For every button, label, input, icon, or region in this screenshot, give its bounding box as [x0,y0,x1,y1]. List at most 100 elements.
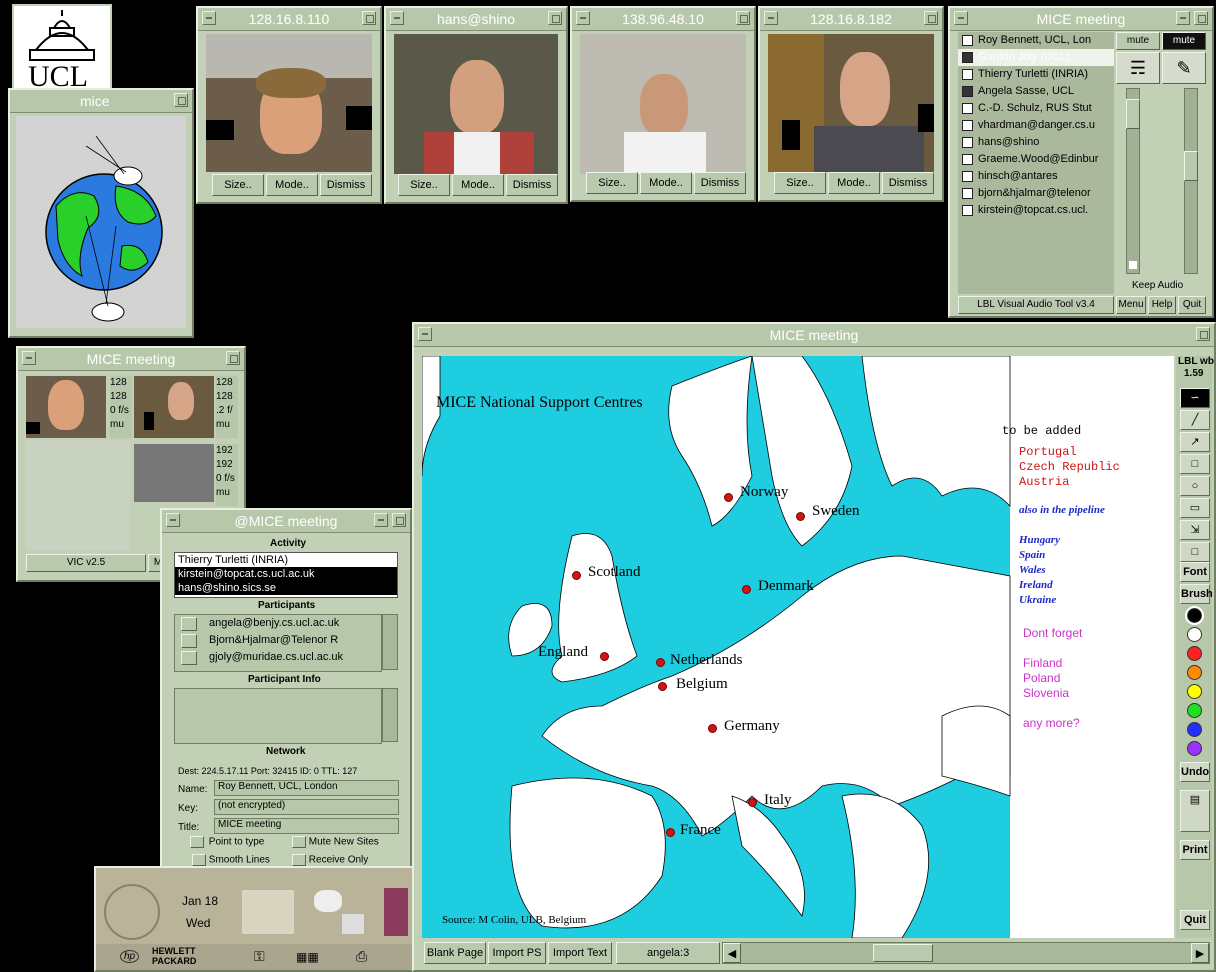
window-menu-icon[interactable] [22,351,36,365]
palette-icon[interactable] [314,890,342,912]
size-button[interactable]: Size.. [398,174,450,196]
participant-checkbox[interactable] [962,187,973,199]
window-menu-icon[interactable] [166,513,180,527]
vat-quit-button[interactable]: Quit [1178,296,1206,314]
vat-participant-row[interactable]: vhardman@danger.cs.u [958,117,1114,134]
mode-button[interactable]: Mode.. [828,172,880,194]
date-label[interactable]: Jan 18 [182,894,218,908]
terminal-icon[interactable]: ▦▦ [296,950,319,964]
dismiss-button[interactable]: Dismiss [882,172,934,194]
video-window-3-titlebar[interactable]: 138.96.48.10 [572,8,754,31]
books-icon[interactable] [384,888,408,936]
color-swatch[interactable] [1187,665,1202,680]
load-graph[interactable] [242,890,294,934]
vat-titlebar[interactable]: MICE meeting [950,8,1212,31]
vat-participant-row[interactable]: Angela Sasse, UCL [958,83,1114,100]
color-swatch[interactable] [1187,684,1202,699]
vat-participant-row[interactable]: hans@shino [958,134,1114,151]
color-swatch[interactable] [1187,627,1202,642]
point-to-type-toggle[interactable]: Point to type [190,836,264,848]
freehand-tool-icon[interactable]: ∽ [1180,388,1210,408]
mic-volume-slider[interactable] [1184,88,1198,274]
color-swatch[interactable] [1185,606,1204,625]
video-window-1-titlebar[interactable]: 128.16.8.110 [198,8,380,31]
microphone-icon[interactable]: ✎ [1162,52,1206,84]
color-swatch[interactable] [1187,703,1202,718]
participant-row[interactable]: angela@benjy.cs.ucl.ac.uk [175,615,381,632]
maximize-icon[interactable] [548,11,562,25]
maximize-icon[interactable] [736,11,750,25]
title-field[interactable]: MICE meeting [214,818,399,834]
participant-checkbox[interactable] [962,34,973,46]
undo-button[interactable]: Undo [1180,762,1210,782]
participant-checkbox[interactable] [962,136,973,148]
participant-row[interactable]: gjoly@muridae.cs.ucl.ac.uk [175,649,381,666]
participant-checkbox[interactable] [962,68,973,80]
vic-thumbnail-3[interactable] [134,444,214,502]
smooth-lines-toggle[interactable]: Smooth Lines [192,854,270,866]
printer-icon[interactable]: ⎙ [356,948,367,965]
vic-thumbnail-2[interactable] [134,376,214,438]
window-menu-icon[interactable] [576,11,590,25]
mode-button[interactable]: Mode.. [452,174,504,196]
page-scrollbar[interactable]: ◀ ▶ [722,942,1210,964]
vat-participant-row[interactable]: Roy Bennett, UCL, Lon [958,32,1114,49]
scroll-thumb[interactable] [873,944,933,962]
fonts-icon[interactable] [342,914,364,934]
participant-checkbox[interactable] [962,204,973,216]
blank-page-button[interactable]: Blank Page [424,942,486,964]
line-tool-icon[interactable]: ╱ [1180,410,1210,430]
mode-button[interactable]: Mode.. [266,174,318,196]
mode-button[interactable]: Mode.. [640,172,692,194]
headphones-icon[interactable]: ☴ [1116,52,1160,84]
vat-participant-row[interactable]: hinsch@antares [958,168,1114,185]
wb-titlebar[interactable]: MICE meeting [414,324,1214,347]
window-menu-icon[interactable] [954,11,968,25]
import-ps-button[interactable]: Import PS [488,942,546,964]
day-label[interactable]: Wed [186,916,210,930]
color-swatch[interactable] [1187,722,1202,737]
participant-info-scrollbar[interactable] [382,688,398,742]
import-text-button[interactable]: Import Text [548,942,612,964]
dismiss-button[interactable]: Dismiss [320,174,372,196]
eraser-tool-icon[interactable]: ▭ [1180,498,1210,518]
minimize-icon[interactable] [1176,11,1190,25]
key-field[interactable]: (not encrypted) [214,799,399,815]
maximize-icon[interactable] [924,11,938,25]
maximize-icon[interactable] [174,93,188,107]
maximize-icon[interactable] [226,351,240,365]
participant-checkbox[interactable] [962,170,973,182]
name-field[interactable]: Roy Bennett, UCL, London [214,780,399,796]
vic-titlebar[interactable]: MICE meeting [18,348,244,371]
participant-row[interactable]: Bjorn&Hjalmar@Telenor R [175,632,381,649]
page-name-field[interactable]: angela:3 [616,942,720,964]
vat-participant-row[interactable]: Graeme.Wood@Edinbur [958,151,1114,168]
rectangle-tool-icon[interactable]: □ [1180,454,1210,474]
vat-participant-row[interactable]: kirstein@topcat.cs.ucl. [958,202,1114,219]
activity-item[interactable]: hans@shino.sics.se [175,581,397,595]
vat-participant-row[interactable]: bjorn&hjalmar@telenor [958,185,1114,202]
vat-help-button[interactable]: Help [1148,296,1176,314]
receive-only-toggle[interactable]: Receive Only [292,854,368,866]
vat-participant-row[interactable]: Thierry Turletti (INRIA) [958,66,1114,83]
minimize-icon[interactable] [374,513,388,527]
ellipse-tool-icon[interactable]: ○ [1180,476,1210,496]
size-button[interactable]: Size.. [212,174,264,196]
arrow-tool-icon[interactable]: ↗ [1180,432,1210,452]
vat-participant-row[interactable]: C.-D. Schulz, RUS Stut [958,100,1114,117]
brush-button[interactable]: Brush [1180,584,1213,604]
activity-item[interactable]: kirstein@topcat.cs.ucl.ac.uk [175,567,397,581]
activity-item[interactable]: Thierry Turletti (INRIA) [175,553,397,567]
vat-participant-row[interactable]: Gordon Joly (UCL) [958,49,1114,66]
mute-mic-button[interactable]: mute [1162,32,1206,50]
dismiss-button[interactable]: Dismiss [506,174,558,196]
maximize-icon[interactable] [1196,327,1210,341]
window-menu-icon[interactable] [202,11,216,25]
mute-speaker-button[interactable]: mute [1116,32,1160,50]
color-swatch[interactable] [1187,646,1202,661]
vic-thumbnail-1[interactable] [26,376,106,438]
dismiss-button[interactable]: Dismiss [694,172,746,194]
print-button[interactable]: Print [1180,840,1210,860]
maximize-icon[interactable] [362,11,376,25]
move-tool-icon[interactable]: ⇲ [1180,520,1210,540]
